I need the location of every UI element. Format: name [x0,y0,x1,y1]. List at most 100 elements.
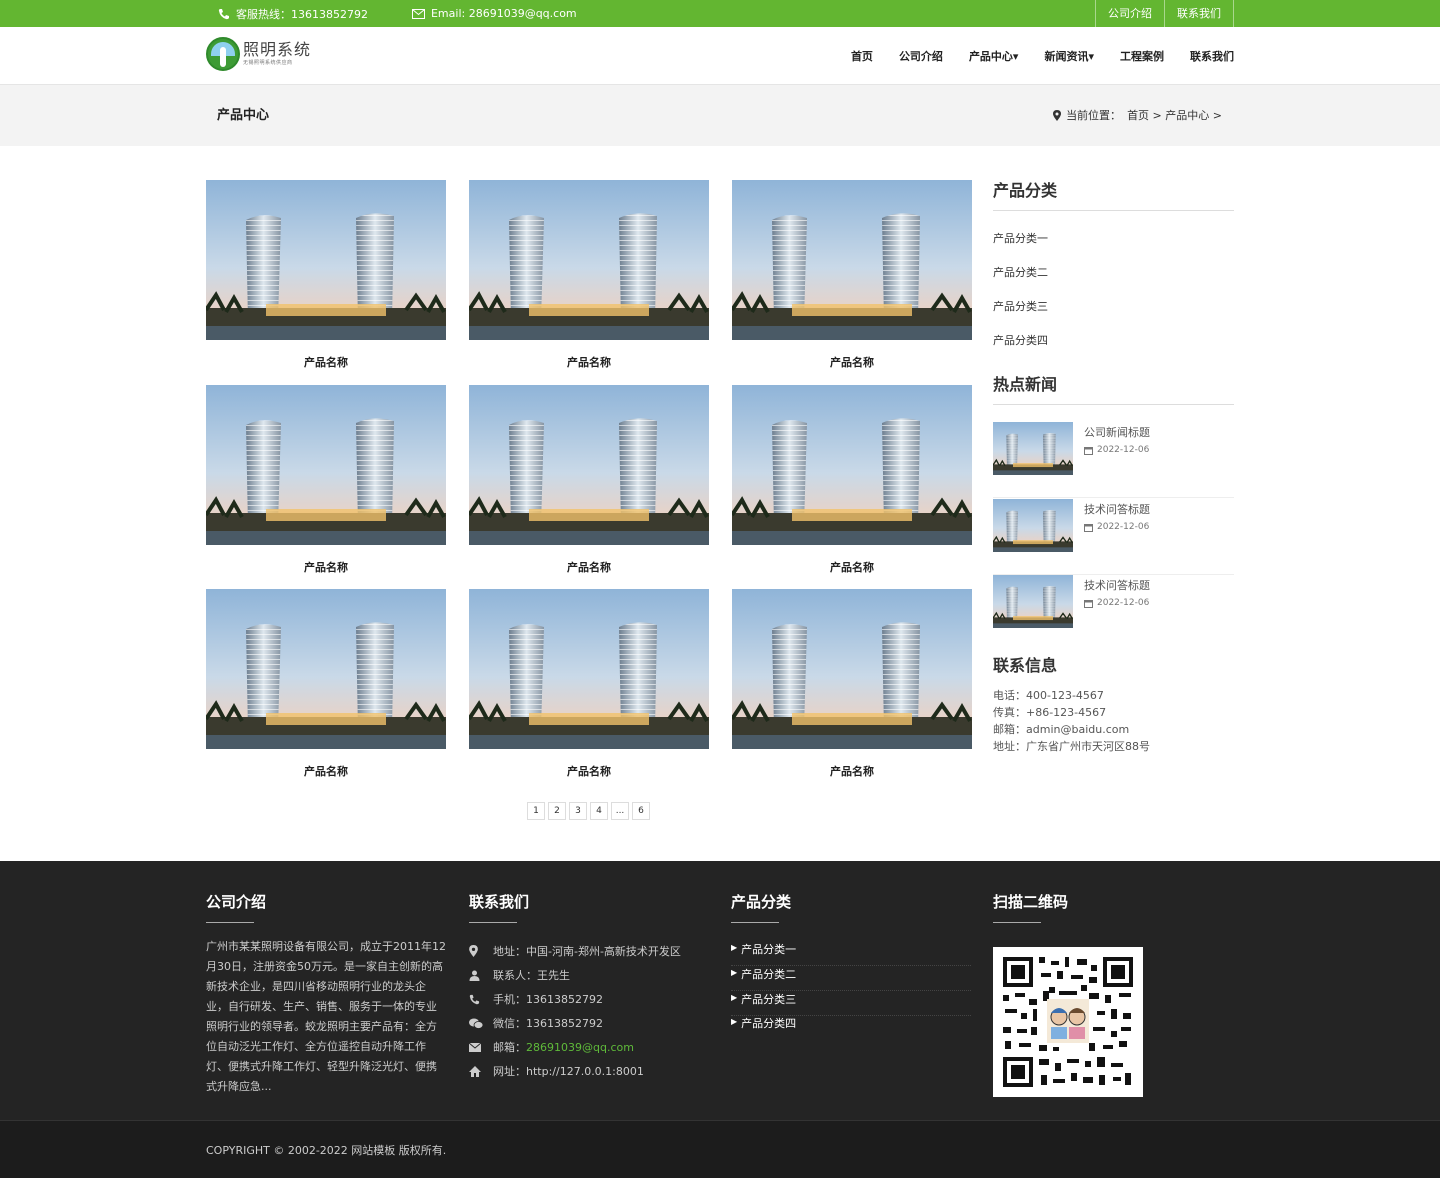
footer-category-label[interactable]: 产品分类三 [741,991,796,1007]
sidebar-category-3[interactable]: 产品分类三 [993,298,1048,314]
product-name[interactable]: 产品名称 [469,354,709,370]
product-card[interactable]: 产品名称 [469,385,709,575]
footer-qr-title: 扫描二维码 [993,893,1069,911]
breadcrumb-path[interactable]: 首页 > 产品中心 > [1127,85,1222,146]
product-image[interactable] [732,385,972,545]
news-date: 2022-12-06 [1084,598,1149,608]
footer-category-2[interactable]: ▶ 产品分类二 [731,966,971,991]
nav-item-home[interactable]: 首页 [851,48,873,64]
news-item[interactable]: 技术问答标题 2022-12-06 [993,575,1234,651]
news-item[interactable]: 公司新闻标题 2022-12-06 [993,422,1234,498]
news-title[interactable]: 公司新闻标题 [1084,424,1150,440]
product-image[interactable] [206,180,446,340]
footer-category-label[interactable]: 产品分类四 [741,1015,796,1031]
footer-category-1[interactable]: ▶ 产品分类一 [731,941,971,966]
product-image[interactable] [206,589,446,749]
divider [993,210,1234,211]
calendar-icon [1084,523,1093,532]
page-link-6[interactable]: 6 [632,802,650,820]
sidebar-category-2[interactable]: 产品分类二 [993,264,1048,280]
product-name[interactable]: 产品名称 [206,763,446,779]
sidebar-category-4[interactable]: 产品分类四 [993,332,1048,348]
product-name[interactable]: 产品名称 [732,763,972,779]
product-name[interactable]: 产品名称 [732,559,972,575]
footer-contact-email-label: 邮箱： [493,1041,526,1054]
phone-icon [469,994,480,1004]
product-card[interactable]: 产品名称 [206,589,446,779]
footer-category-4[interactable]: ▶ 产品分类四 [731,1015,971,1040]
product-image[interactable] [732,180,972,340]
sidebar-category-1[interactable]: 产品分类一 [993,230,1048,246]
footer-category-label[interactable]: 产品分类一 [741,941,796,957]
copyright-text: COPYRIGHT © 2002-2022 网站模板 版权所有. [206,1144,447,1157]
page-link-2[interactable]: 2 [548,802,566,820]
product-image[interactable] [469,589,709,749]
footer-category-3[interactable]: ▶ 产品分类三 [731,991,971,1016]
nav-item-cases[interactable]: 工程案例 [1120,48,1164,64]
caret-right-icon: ▶ [731,968,738,977]
news-title[interactable]: 技术问答标题 [1084,577,1150,593]
nav-item-products[interactable]: 产品中心▾ [969,48,1019,64]
topbar-link-contact[interactable]: 联系我们 [1164,0,1234,27]
product-name[interactable]: 产品名称 [206,559,446,575]
product-image[interactable] [469,180,709,340]
footer-category-label[interactable]: 产品分类二 [741,966,796,982]
nav-item-contact[interactable]: 联系我们 [1190,48,1234,64]
page-link-4[interactable]: 4 [590,802,608,820]
caret-right-icon: ▶ [731,943,738,952]
news-thumbnail[interactable] [993,575,1073,628]
product-card[interactable]: 产品名称 [469,180,709,370]
topbar-link-about[interactable]: 公司介绍 [1095,0,1164,27]
product-name[interactable]: 产品名称 [469,559,709,575]
footer-categories: 产品分类 ▶ 产品分类一 ▶ 产品分类二 ▶ 产品分类三 ▶ 产品分类四 [731,891,971,1091]
page-link-3[interactable]: 3 [569,802,587,820]
envelope-icon [469,1042,481,1052]
product-card[interactable]: 产品名称 [206,180,446,370]
email-text: Email: 28691039@qq.com [430,7,577,20]
phone-icon [218,8,229,19]
footer-email-link[interactable]: 28691039@qq.com [526,1041,634,1054]
product-card[interactable]: 产品名称 [732,180,972,370]
product-card[interactable]: 产品名称 [732,589,972,779]
footer-contact-wechat-text: 微信：13613852792 [493,1017,603,1030]
news-thumbnail[interactable] [993,422,1073,475]
email: Email: 28691039@qq.com [411,7,599,20]
news-thumbnail[interactable] [993,499,1073,552]
footer-contact-title: 联系我们 [469,893,530,911]
page-link-1[interactable]: 1 [527,802,545,820]
footer-contact-person: 联系人：王先生 [469,967,570,983]
envelope-icon [411,8,425,19]
logo-icon [206,37,240,71]
news-date-text: 2022-12-06 [1097,445,1150,455]
product-card[interactable]: 产品名称 [469,589,709,779]
product-name[interactable]: 产品名称 [732,354,972,370]
product-image[interactable] [732,589,972,749]
product-name[interactable]: 产品名称 [469,763,709,779]
news-date: 2022-12-06 [1084,445,1149,455]
footer-categories-title: 产品分类 [731,893,792,911]
product-name[interactable]: 产品名称 [206,354,446,370]
divider [993,404,1234,405]
footer-contact-mobile: 手机：13613852792 [469,991,603,1007]
product-card[interactable]: 产品名称 [732,385,972,575]
caret-right-icon: ▶ [731,993,738,1002]
home-icon [469,1065,481,1077]
news-item[interactable]: 技术问答标题 2022-12-06 [993,499,1234,575]
sidebar-contact-title: 联系信息 [993,656,1058,675]
logo[interactable]: 照明系统 无锡照明系统供应商 [206,37,311,71]
news-date: 2022-12-06 [1084,522,1149,532]
hotline-text: 客服热线：13613852792 [236,7,368,21]
hotline: 客服热线：13613852792 [218,6,390,22]
product-image[interactable] [206,385,446,545]
product-card[interactable]: 产品名称 [206,385,446,575]
nav-item-about[interactable]: 公司介绍 [899,48,943,64]
footer-contact-website-text[interactable]: 网址：http://127.0.0.1:8001 [493,1063,644,1079]
user-icon [469,970,480,981]
nav-item-news[interactable]: 新闻资讯▾ [1044,48,1094,64]
news-title[interactable]: 技术问答标题 [1084,501,1150,517]
page-banner: 产品中心 当前位置： 首页 > 产品中心 > [0,85,1440,146]
divider [469,922,517,923]
footer-about: 公司介绍 广州市某某照明设备有限公司，成立于2011年12月30日，注册资金50… [206,891,446,1097]
footer-about-title: 公司介绍 [206,893,267,911]
product-image[interactable] [469,385,709,545]
